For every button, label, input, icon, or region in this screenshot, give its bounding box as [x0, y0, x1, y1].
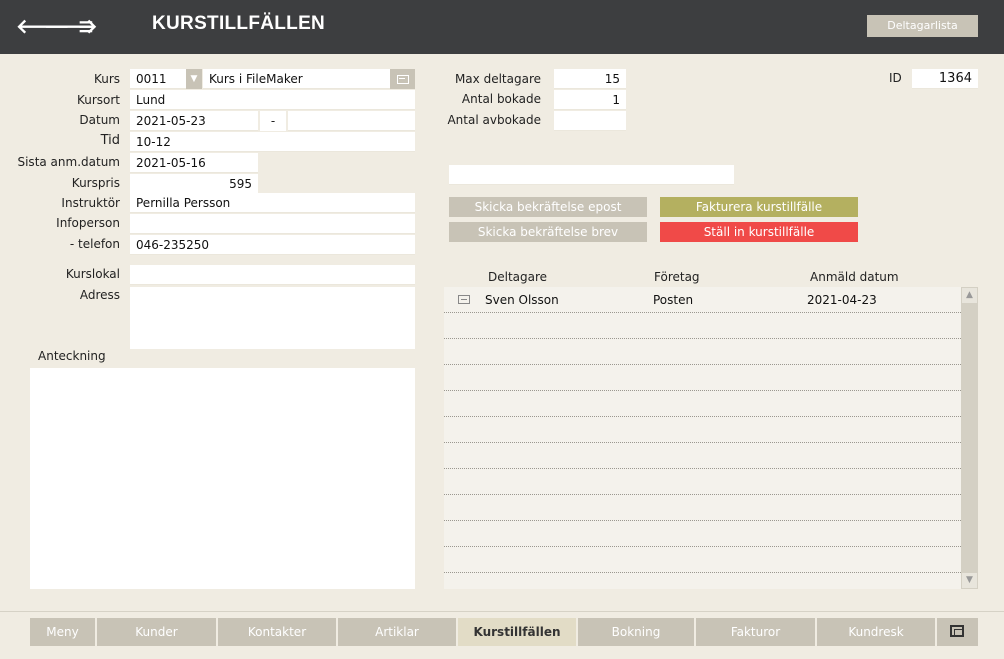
anteckning-textarea[interactable] [30, 368, 415, 589]
kurslokal-label: Kurslokal [65, 267, 120, 281]
table-row-empty[interactable] [444, 495, 961, 521]
datum-end-field[interactable] [288, 111, 415, 131]
table-scrollbar[interactable]: ▲ ▼ [961, 287, 978, 589]
datum-label: Datum [79, 113, 120, 127]
menu-icon[interactable]: ≡ [74, 14, 98, 38]
send-letter-confirmation-button[interactable]: Skicka bekräftelse brev [449, 222, 647, 242]
record-card-icon[interactable] [458, 295, 470, 304]
table-row-empty[interactable] [444, 339, 961, 365]
adress-textarea[interactable] [130, 287, 415, 349]
table-row-empty[interactable] [444, 521, 961, 547]
header-bar: 🡐 🡒 ≡ KURSTILLFÄLLEN Deltagarlista [0, 0, 1004, 54]
adress-label: Adress [79, 288, 120, 302]
kursort-label: Kursort [76, 93, 120, 107]
tab-fakturor[interactable]: Fakturor [696, 618, 815, 646]
kurs-label: Kurs [93, 72, 120, 86]
tid-label: Tid [100, 133, 120, 148]
antal-bokade-field: 1 [554, 90, 626, 110]
tab-kunder[interactable]: Kunder [97, 618, 216, 646]
table-row-empty[interactable] [444, 417, 961, 443]
back-arrow-icon[interactable]: 🡐 [16, 14, 70, 38]
kurs-lookup-icon[interactable] [390, 69, 415, 89]
page-title: KURSTILLFÄLLEN [152, 13, 326, 34]
tid-field[interactable]: 10-12 [130, 132, 415, 152]
participant-list-button[interactable]: Deltagarlista [867, 15, 978, 37]
anteckning-label: Anteckning [38, 349, 106, 363]
table-row-empty[interactable] [444, 443, 961, 469]
instruktor-label: Instruktör [61, 196, 120, 210]
send-email-confirmation-button[interactable]: Skicka bekräftelse epost [449, 197, 647, 217]
cell-deltagare: Sven Olsson [485, 293, 559, 307]
cancel-course-button[interactable]: Ställ in kurstillfälle [660, 222, 858, 242]
sista-anm-field[interactable]: 2021-05-16 [130, 153, 258, 173]
kurspris-label: Kurspris [71, 176, 120, 190]
telefon-label: - telefon [69, 237, 120, 251]
infoperson-label: Infoperson [56, 216, 120, 230]
table-row-empty[interactable] [444, 391, 961, 417]
table-row-empty[interactable] [444, 469, 961, 495]
max-deltagare-field[interactable]: 15 [554, 69, 626, 89]
forward-arrow-icon[interactable]: 🡒 [44, 14, 98, 38]
scroll-up-icon[interactable]: ▲ [962, 288, 977, 303]
kurs-dropdown-icon[interactable]: ▼ [186, 69, 202, 89]
tab-kontakter[interactable]: Kontakter [218, 618, 336, 646]
kursort-field[interactable]: Lund [130, 90, 415, 110]
column-header-deltagare[interactable]: Deltagare [488, 268, 547, 286]
tab-artiklar[interactable]: Artiklar [338, 618, 456, 646]
kurslokal-field[interactable] [130, 265, 415, 285]
tab-bokning[interactable]: Bokning [578, 618, 694, 646]
kurspris-field[interactable]: 595 [130, 174, 258, 194]
kurs-name-field[interactable]: Kurs i FileMaker [203, 69, 390, 89]
column-header-anmald-datum[interactable]: Anmäld datum [810, 268, 899, 286]
tab-kundresk[interactable]: Kundresk [817, 618, 935, 646]
instruktor-field[interactable]: Pernilla Persson [130, 193, 415, 213]
column-header-foretag[interactable]: Företag [654, 268, 700, 286]
scroll-down-icon[interactable]: ▼ [962, 573, 977, 588]
table-row-empty[interactable] [444, 365, 961, 391]
blank-input-field[interactable] [449, 165, 734, 185]
kurs-code-field[interactable]: 0011 [130, 69, 186, 89]
tab-meny[interactable]: Meny [30, 618, 95, 646]
antal-avbokade-field [554, 111, 626, 131]
cell-foretag: Posten [653, 293, 694, 307]
datum-range-separator: - [260, 111, 286, 131]
table-row-empty[interactable] [444, 547, 961, 573]
tab-kurstillfallen[interactable]: Kurstillfällen [458, 618, 576, 646]
cell-anmald-datum: 2021-04-23 [807, 293, 877, 307]
participants-table: Sven Olsson Posten 2021-04-23 [444, 287, 961, 589]
window-icon[interactable] [950, 625, 964, 637]
footer-tab-bar: Meny Kunder Kontakter Artiklar Kurstillf… [0, 611, 1004, 659]
antal-bokade-label: Antal bokade [461, 92, 541, 106]
table-row[interactable]: Sven Olsson Posten 2021-04-23 [444, 287, 961, 313]
id-label: ID [889, 71, 902, 85]
invoice-course-button[interactable]: Fakturera kurstillfälle [660, 197, 858, 217]
telefon-field[interactable]: 046-235250 [130, 235, 415, 255]
sista-anm-label: Sista anm.datum [17, 155, 120, 169]
max-deltagare-label: Max deltagare [454, 72, 541, 86]
datum-field[interactable]: 2021-05-23 [130, 111, 258, 131]
antal-avbokade-label: Antal avbokade [447, 113, 541, 127]
infoperson-field[interactable] [130, 214, 415, 234]
id-field: 1364 [912, 69, 978, 89]
table-row-empty[interactable] [444, 313, 961, 339]
